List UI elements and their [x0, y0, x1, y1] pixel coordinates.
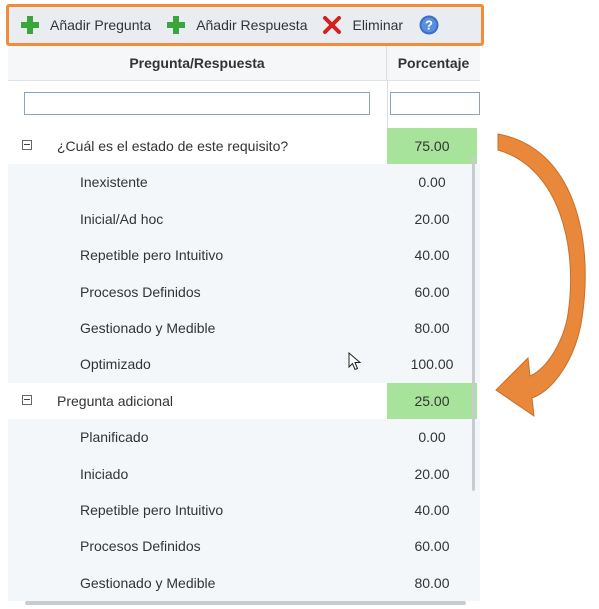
percent-cell[interactable]: 20.00 — [387, 201, 477, 237]
add-question-button[interactable]: Añadir Pregunta — [19, 7, 151, 43]
answer-row[interactable]: Repetible pero Intuitivo 40.00 — [8, 237, 480, 274]
question-grid: Pregunta/Respuesta Porcentaje ¿Cuál es e… — [8, 46, 480, 609]
horizontal-scrollbar[interactable] — [25, 601, 466, 605]
toolbar: Añadir Pregunta Añadir Respuesta Elimina… — [6, 4, 484, 46]
percent-cell[interactable]: 75.00 — [387, 128, 477, 165]
curved-arrow-icon — [495, 133, 586, 418]
answer-text: Iniciado — [80, 465, 129, 482]
answer-row[interactable]: Procesos Definidos 60.00 — [8, 273, 480, 310]
mouse-cursor-icon — [348, 352, 362, 371]
answer-row[interactable]: Repetible pero Intuitivo 40.00 — [8, 491, 480, 529]
answer-row[interactable]: Iniciado 20.00 — [8, 455, 480, 492]
answer-row[interactable]: Optimizado 100.00 — [8, 346, 480, 383]
answer-row[interactable]: Gestionado y Medible 80.00 — [8, 564, 480, 602]
plus-icon — [19, 14, 41, 36]
question-text: ¿Cuál es el estado de este requisito? — [57, 138, 289, 154]
column-divider — [387, 81, 388, 128]
percent-cell[interactable]: 20.00 — [387, 456, 477, 492]
answer-row[interactable]: Procesos Definidos 60.00 — [8, 528, 480, 565]
answer-row[interactable]: Inicial/Ad hoc 20.00 — [8, 200, 480, 238]
percent-cell[interactable]: 25.00 — [387, 382, 477, 420]
help-icon[interactable]: ? — [419, 15, 439, 35]
filter-row — [8, 81, 480, 129]
answer-text: Gestionado y Medible — [80, 319, 216, 336]
percent-cell[interactable]: 40.00 — [387, 492, 477, 528]
answer-text: Inexistente — [80, 174, 148, 191]
question-text: Pregunta adicional — [57, 392, 173, 409]
percent-filter-input[interactable] — [390, 92, 480, 115]
grid-rows: ¿Cuál es el estado de este requisito? 75.… — [8, 128, 480, 602]
answer-row[interactable]: Planificado 0.00 — [8, 419, 480, 456]
percent-cell[interactable]: 60.00 — [387, 528, 477, 564]
percent-cell[interactable]: 60.00 — [387, 274, 477, 310]
answer-text: Procesos Definidos — [80, 538, 201, 555]
answer-text: Procesos Definidos — [80, 283, 201, 300]
column-header-question[interactable]: Pregunta/Respuesta — [8, 46, 387, 80]
answer-text: Inicial/Ad hoc — [80, 210, 164, 227]
svg-text:?: ? — [425, 18, 433, 33]
percent-cell[interactable]: 100.00 — [387, 346, 477, 382]
answer-text: Optimizado — [80, 356, 151, 373]
question-row[interactable]: ¿Cuál es el estado de este requisito? 75.… — [8, 128, 480, 165]
answer-text: Repetible pero Intuitivo — [80, 501, 224, 518]
vertical-scrollbar[interactable] — [472, 156, 475, 491]
add-answer-label: Añadir Respuesta — [196, 17, 308, 33]
delete-button[interactable]: Eliminar — [321, 7, 403, 43]
answer-text: Gestionado y Medible — [80, 574, 216, 591]
add-answer-button[interactable]: Añadir Respuesta — [165, 7, 307, 43]
question-row[interactable]: Pregunta adicional 25.00 — [8, 382, 480, 420]
answer-row[interactable]: Gestionado y Medible 80.00 — [8, 309, 480, 347]
question-filter-input[interactable] — [24, 92, 370, 115]
percent-cell[interactable]: 40.00 — [387, 237, 477, 273]
x-icon — [321, 14, 343, 36]
collapse-icon[interactable] — [22, 140, 32, 151]
add-question-label: Añadir Pregunta — [50, 17, 152, 33]
collapse-icon[interactable] — [22, 394, 32, 405]
percent-cell[interactable]: 80.00 — [387, 565, 477, 601]
percent-cell[interactable]: 0.00 — [387, 164, 477, 200]
percent-cell[interactable]: 0.00 — [387, 419, 477, 455]
answer-text: Repetible pero Intuitivo — [80, 247, 224, 264]
answer-text: Planificado — [80, 429, 149, 446]
percent-cell[interactable]: 80.00 — [387, 310, 477, 346]
grid-header: Pregunta/Respuesta Porcentaje — [8, 46, 480, 81]
column-header-percent[interactable]: Porcentaje — [387, 46, 480, 80]
plus-icon — [165, 14, 187, 36]
delete-label: Eliminar — [352, 17, 404, 33]
answer-row[interactable]: Inexistente 0.00 — [8, 164, 480, 201]
